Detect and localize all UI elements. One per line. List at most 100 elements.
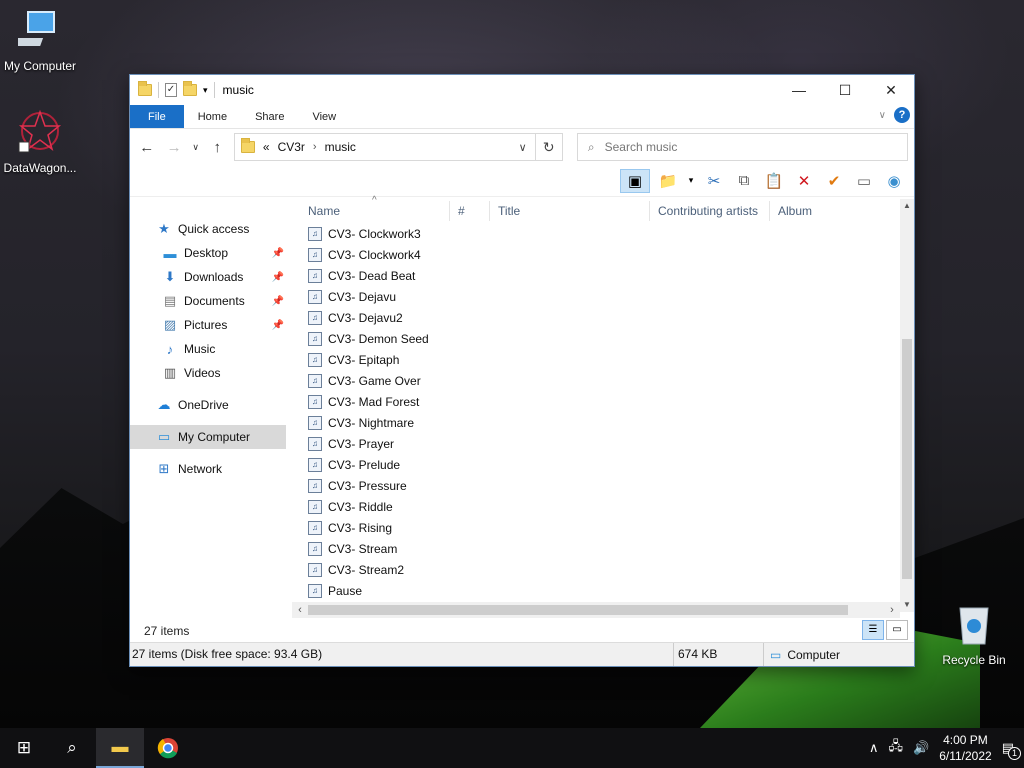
file-row[interactable]: ♫ CV3- Game Over: [300, 370, 900, 391]
file-row[interactable]: ♫ CV3- Demon Seed: [300, 328, 900, 349]
column-album[interactable]: Album: [770, 201, 890, 221]
volume-icon[interactable]: 🔊: [913, 740, 929, 756]
nav-onedrive[interactable]: ☁ OneDrive: [130, 393, 290, 417]
network-tray-icon[interactable]: 🖧: [889, 737, 904, 759]
rename-check-icon[interactable]: ✔: [822, 169, 846, 193]
file-row[interactable]: ♫ CV3- Mad Forest: [300, 391, 900, 412]
column-title[interactable]: Title: [490, 201, 650, 221]
horizontal-scrollbar[interactable]: ‹ ›: [292, 602, 900, 618]
details-view-icon[interactable]: ☰: [862, 620, 884, 640]
minimize-button[interactable]: —: [776, 75, 822, 105]
file-row[interactable]: ♫ CV3- Prelude: [300, 454, 900, 475]
file-row[interactable]: ♫ CV3- Dead Beat: [300, 265, 900, 286]
status-size: 674 KB: [674, 643, 764, 666]
search-icon[interactable]: ⌕: [48, 728, 96, 768]
maximize-button[interactable]: ☐: [822, 75, 868, 105]
column-contributing-artists[interactable]: Contributing artists: [650, 201, 770, 221]
scroll-thumb[interactable]: [308, 605, 848, 615]
file-row[interactable]: ♫ Pause: [300, 580, 900, 601]
new-folder-dropdown-icon[interactable]: ▾: [686, 169, 696, 193]
new-folder-icon[interactable]: [183, 81, 197, 96]
breadcrumb-separator-icon[interactable]: ›: [313, 141, 317, 153]
scroll-thumb[interactable]: [902, 339, 912, 579]
desktop-icon-my-computer[interactable]: My Computer: [0, 8, 80, 73]
up-button[interactable]: ↑: [207, 136, 228, 158]
file-row[interactable]: ♫ CV3- Epitaph: [300, 349, 900, 370]
file-row[interactable]: ♫ CV3- Prayer: [300, 433, 900, 454]
paste-icon[interactable]: 📋: [762, 169, 786, 193]
desktop-icon-datawagon[interactable]: DataWagon...: [0, 108, 80, 175]
file-row[interactable]: ♫ CV3- Stream: [300, 538, 900, 559]
clock[interactable]: 4:00 PM 6/11/2022: [939, 732, 992, 764]
download-arrow-icon: ⬇: [164, 269, 176, 284]
address-dropdown-icon[interactable]: ∨: [519, 141, 527, 154]
vertical-scrollbar[interactable]: ▲ ▼: [900, 199, 914, 612]
recent-locations-chevron-icon[interactable]: ∨: [191, 136, 201, 158]
scroll-left-icon[interactable]: ‹: [292, 602, 308, 618]
web-globe-icon[interactable]: ◉: [882, 169, 906, 193]
properties-icon[interactable]: ✓: [165, 83, 177, 97]
forward-button[interactable]: →: [163, 136, 184, 158]
large-icons-view-icon[interactable]: ▭: [886, 620, 908, 640]
breadcrumb-music[interactable]: music: [325, 140, 356, 154]
audio-file-icon: ♫: [308, 226, 322, 241]
preview-pane-button[interactable]: ▣: [620, 168, 650, 193]
start-windows-icon[interactable]: ⊞: [0, 728, 48, 768]
pin-icon[interactable]: 📌: [272, 272, 284, 283]
refresh-button[interactable]: ↻: [535, 133, 563, 161]
nav-music[interactable]: ♪ Music: [130, 337, 290, 361]
search-input[interactable]: ⌕ Search music: [576, 133, 909, 161]
file-row[interactable]: ♫ CV3- Dejavu2: [300, 307, 900, 328]
address-field[interactable]: « CV3r › music ∨: [233, 133, 536, 161]
scroll-right-icon[interactable]: ›: [884, 602, 900, 618]
help-icon[interactable]: ?: [894, 107, 910, 123]
file-row[interactable]: ♫ CV3- Rising: [300, 517, 900, 538]
tab-home[interactable]: Home: [184, 105, 241, 128]
nav-videos[interactable]: ▥ Videos: [130, 361, 290, 385]
file-row[interactable]: ♫ CV3- Dejavu: [300, 286, 900, 307]
breadcrumb-overflow[interactable]: «: [263, 140, 270, 154]
nav-label: Videos: [184, 366, 221, 380]
tab-file[interactable]: File: [130, 105, 184, 128]
clock-time: 4:00 PM: [943, 733, 988, 747]
back-button[interactable]: ←: [136, 136, 157, 158]
column-number[interactable]: #: [450, 201, 490, 221]
nav-network[interactable]: ⊞ Network: [130, 457, 290, 481]
copy-icon[interactable]: ⧉: [732, 169, 756, 193]
pin-icon[interactable]: 📌: [272, 248, 284, 259]
notification-center-icon[interactable]: ▤ 1: [1002, 740, 1021, 760]
file-row[interactable]: ♫ CV3- Stream2: [300, 559, 900, 580]
new-folder-button[interactable]: 📁: [656, 169, 680, 193]
file-row[interactable]: ♫ CV3- Pressure: [300, 475, 900, 496]
pin-icon[interactable]: 📌: [272, 296, 284, 307]
nav-documents[interactable]: ▤ Documents 📌: [130, 289, 290, 313]
close-button[interactable]: ✕: [868, 75, 914, 105]
nav-pictures[interactable]: ▨ Pictures 📌: [130, 313, 290, 337]
nav-downloads[interactable]: ⬇ Downloads 📌: [130, 265, 290, 289]
scroll-up-icon[interactable]: ▲: [900, 199, 914, 213]
expand-ribbon-chevron-icon[interactable]: ∨: [879, 110, 886, 121]
tab-view[interactable]: View: [298, 105, 350, 128]
file-row[interactable]: ♫ CV3- Riddle: [300, 496, 900, 517]
file-row[interactable]: ♫ CV3- Clockwork4: [300, 244, 900, 265]
properties-icon[interactable]: ▭: [852, 169, 876, 193]
delete-icon[interactable]: ✕: [792, 169, 816, 193]
cut-icon[interactable]: ✂: [702, 169, 726, 193]
show-hidden-icons-chevron-icon[interactable]: ∧: [869, 740, 879, 756]
pin-icon[interactable]: 📌: [272, 320, 284, 331]
file-row[interactable]: ♫ CV3- Clockwork3: [300, 223, 900, 244]
chrome-icon[interactable]: [144, 728, 192, 768]
datawagon-icon: [18, 109, 62, 153]
nav-my-computer[interactable]: ▭ My Computer: [130, 425, 286, 449]
nav-desktop[interactable]: ▬ Desktop 📌: [130, 241, 290, 265]
file-row[interactable]: ♫ CV3- Nightmare: [300, 412, 900, 433]
audio-file-icon: ♫: [308, 478, 322, 493]
customize-toolbar-chevron-icon[interactable]: ▾: [203, 85, 208, 96]
scroll-down-icon[interactable]: ▼: [900, 598, 914, 612]
desktop-icon-recycle-bin[interactable]: Recycle Bin: [934, 602, 1014, 667]
tab-share[interactable]: Share: [241, 105, 298, 128]
file-name: CV3- Prayer: [328, 436, 395, 451]
nav-quick-access[interactable]: ★ Quick access: [130, 217, 290, 241]
file-explorer-taskbar-icon[interactable]: ▬: [96, 728, 144, 768]
breadcrumb-cv3r[interactable]: CV3r: [278, 140, 305, 154]
